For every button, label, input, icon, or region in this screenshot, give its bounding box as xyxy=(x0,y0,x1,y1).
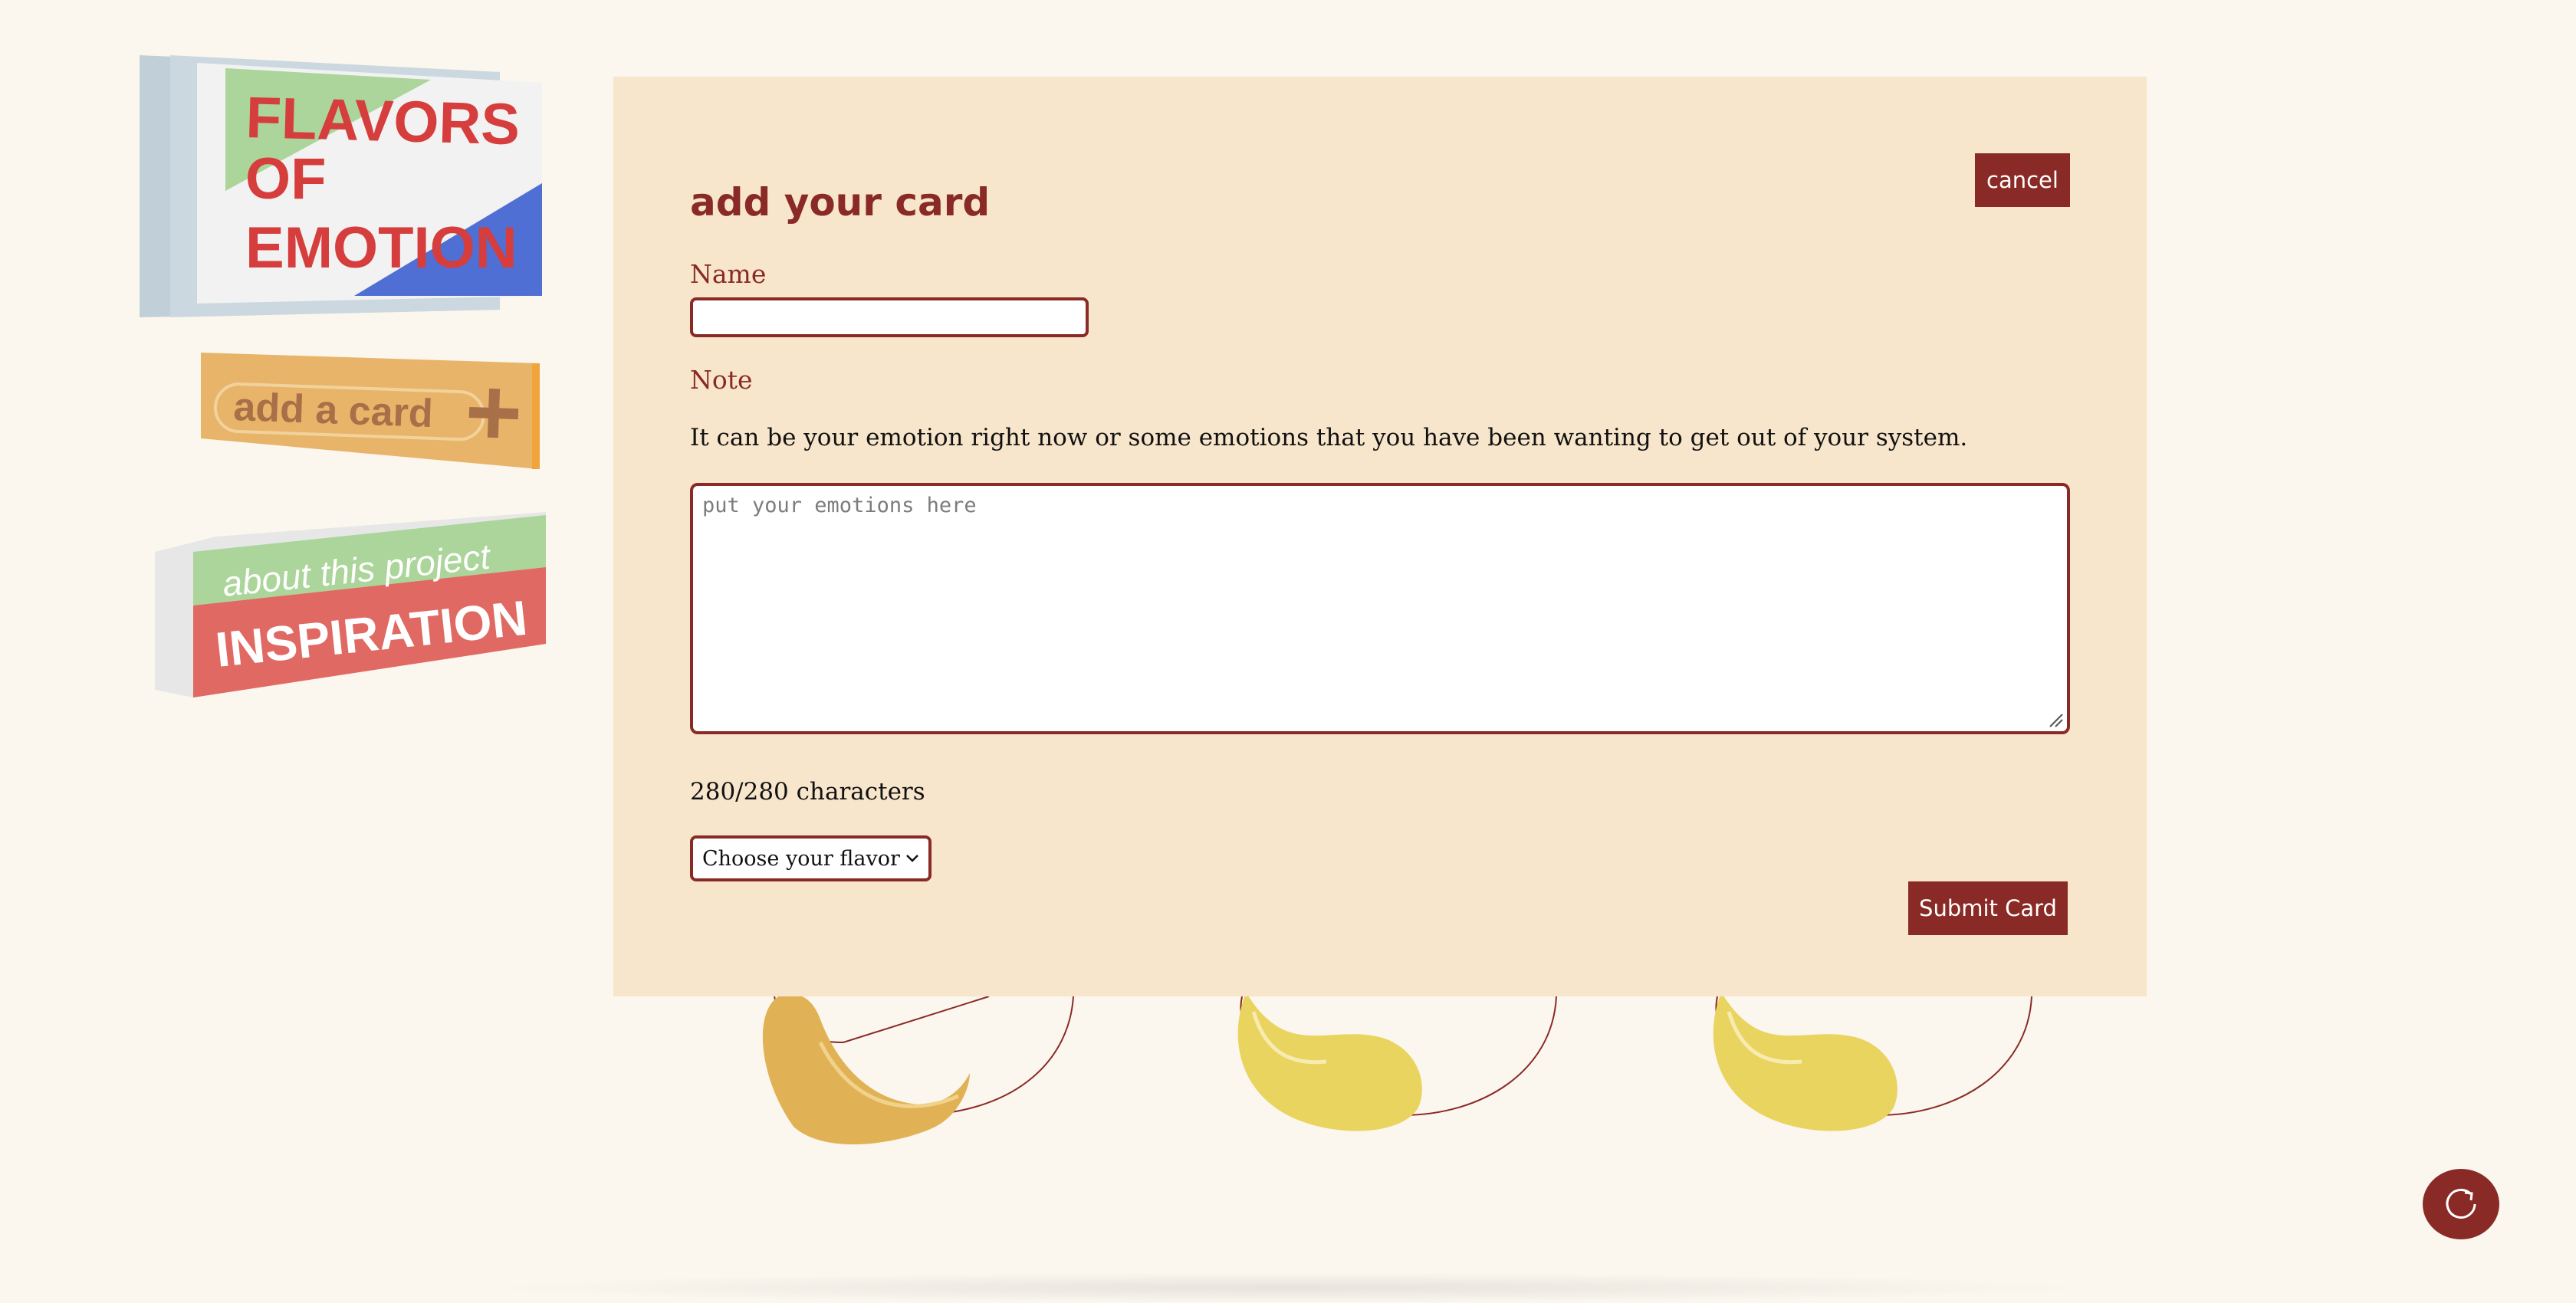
hanging-cards xyxy=(0,989,2576,1188)
add-a-card-button[interactable]: add a card xyxy=(201,353,546,469)
add-card-graphic: add a card xyxy=(201,353,540,469)
name-input[interactable] xyxy=(690,297,1089,337)
refresh-icon xyxy=(2446,1188,2476,1219)
note-label: Note xyxy=(690,365,753,395)
bottom-shadow xyxy=(475,1272,2101,1303)
modal-title: add your card xyxy=(690,180,991,225)
flavor-select[interactable]: Choose your flavor xyxy=(690,835,932,881)
cancel-button[interactable]: cancel xyxy=(1975,153,2070,207)
logo-box-graphic: FLAVORS OF EMOTION xyxy=(140,55,542,317)
refresh-button[interactable] xyxy=(2423,1169,2499,1239)
hanging-card-2[interactable] xyxy=(1237,993,1557,1131)
hanging-card-3[interactable] xyxy=(1713,993,2032,1131)
note-textarea[interactable] xyxy=(690,483,2070,734)
about-this-project-button[interactable]: about this project INSPIRATION xyxy=(155,506,546,697)
add-card-label: add a card xyxy=(233,385,434,436)
hanging-card-1[interactable] xyxy=(762,993,1074,1145)
note-hint: It can be your emotion right now or some… xyxy=(690,424,1968,451)
flavors-of-emotion-logo[interactable]: FLAVORS OF EMOTION xyxy=(140,49,546,317)
submit-card-button[interactable]: Submit Card xyxy=(1908,881,2068,935)
logo-line-2: OF xyxy=(245,146,327,212)
chevron-down-icon xyxy=(906,855,918,862)
flavor-selected-value: Choose your flavor xyxy=(702,846,900,871)
resize-handle-icon[interactable] xyxy=(2047,711,2064,728)
name-label: Name xyxy=(690,259,767,289)
add-card-modal: cancel add your card Name Note It can be… xyxy=(613,77,2147,996)
logo-line-3: EMOTION xyxy=(245,215,518,281)
hanging-cards-graphic xyxy=(762,993,2032,1145)
about-project-graphic: about this project INSPIRATION xyxy=(155,512,546,697)
character-count: 280/280 characters xyxy=(690,778,925,806)
